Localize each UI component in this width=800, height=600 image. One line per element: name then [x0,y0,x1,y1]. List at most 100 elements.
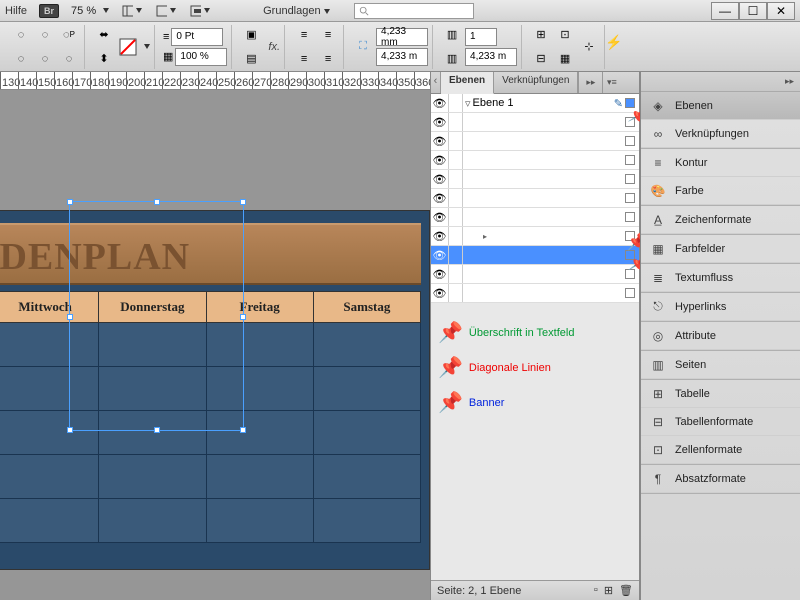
table-cell[interactable] [314,323,421,367]
new-sublayer-icon[interactable]: ▫ [594,584,598,597]
table-cell[interactable] [0,367,99,411]
banner[interactable]: NDENPLAN [0,223,421,285]
cols-input[interactable]: 1 [465,28,497,46]
misc-4-icon[interactable]: ▦ [554,48,576,70]
panel-collapse-left[interactable]: ‹ [431,72,441,93]
table-cell[interactable] [0,323,99,367]
align-set-3[interactable]: ≡ [317,24,339,46]
lock-toggle[interactable] [449,94,463,112]
fx-button[interactable]: fx. [268,41,280,53]
search-input[interactable] [354,3,474,19]
cols2-icon[interactable]: ▥ [441,48,463,70]
height-input[interactable]: 4,233 m [376,48,428,66]
target-box[interactable] [625,155,635,165]
panel-collapse-right[interactable]: ▸▸ [578,72,602,93]
lock-toggle[interactable] [449,189,463,207]
visibility-toggle[interactable]: 👁 [431,113,449,131]
flip-h-icon[interactable]: ⬌ [93,24,115,46]
table-cell[interactable] [207,411,314,455]
opacity-input[interactable]: 100 % [175,48,227,66]
misc-1-icon[interactable]: ⊞ [530,24,552,46]
layer-row[interactable]: 👁 [431,170,639,189]
delete-layer-icon[interactable]: 🗑 [619,584,633,597]
lock-toggle[interactable] [449,284,463,302]
dotted-circle-5-icon[interactable]: ◌ [58,48,80,70]
layer-row[interactable]: 👁 [431,246,639,265]
maximize-button[interactable]: ☐ [739,2,767,20]
gutter-input[interactable]: 4,233 m [465,48,517,66]
panel-item-tabellenformate[interactable]: ⊟Tabellenformate [641,408,800,436]
visibility-toggle[interactable]: 👁 [431,265,449,283]
visibility-toggle[interactable]: 👁 [431,151,449,169]
lock-toggle[interactable] [449,208,463,226]
panel-item-zeichenformate[interactable]: A̲Zeichenformate [641,206,800,234]
tab-ebenen[interactable]: Ebenen [441,72,494,94]
table-cell[interactable] [207,367,314,411]
panel-item-farbe[interactable]: 🎨Farbe [641,177,800,205]
quick-apply-icon[interactable]: ⚡ [604,32,624,52]
panel-item-tabelle[interactable]: ⊞Tabelle [641,380,800,408]
day-cell[interactable]: Samstag [314,291,421,323]
menu-hilfe[interactable]: Hilfe [5,5,27,17]
table-cell[interactable] [314,455,421,499]
panel-item-verknüpfungen[interactable]: ∞Verknüpfungen [641,120,800,148]
table-cell[interactable] [99,411,206,455]
day-cell[interactable]: Freitag [207,291,314,323]
paragraph-icon[interactable]: ◌P [58,24,80,46]
target-box[interactable] [625,212,635,222]
panel-item-hyperlinks[interactable]: ⎋Hyperlinks [641,293,800,321]
misc-5-icon[interactable]: ⊹ [578,36,600,58]
layer-row[interactable]: 👁 [431,132,639,151]
visibility-toggle[interactable]: 👁 [431,208,449,226]
lock-toggle[interactable] [449,227,463,245]
lock-toggle[interactable] [449,265,463,283]
lock-toggle[interactable] [449,246,463,264]
dotted-circle-4-icon[interactable]: ◌ [34,48,56,70]
wrap-icon[interactable]: ▣ [240,24,262,46]
layer-row[interactable]: 👁 [431,113,639,132]
table-cell[interactable] [99,323,206,367]
dotted-circle-1-icon[interactable]: ◌ [10,24,32,46]
no-fill-icon[interactable] [117,36,139,58]
panel-item-absatzformate[interactable]: ¶Absatzformate [641,465,800,493]
table-cell[interactable] [314,367,421,411]
align-set-2[interactable]: ≡ [293,48,315,70]
dotted-circle-3-icon[interactable]: ◌ [34,24,56,46]
tab-verknuepfungen[interactable]: Verknüpfungen [494,72,578,93]
target-box[interactable] [625,288,635,298]
layer-row[interactable]: 👁 [431,208,639,227]
dock-header[interactable]: ▸▸ [641,72,800,92]
table-cell[interactable] [0,411,99,455]
lock-toggle[interactable] [449,113,463,131]
table-cell[interactable] [207,499,314,543]
visibility-toggle[interactable]: 👁 [431,170,449,188]
collapse-dock-icon[interactable]: ▸▸ [785,76,794,87]
panel-item-textumfluss[interactable]: ≣Textumfluss [641,264,800,292]
table-cell[interactable] [314,411,421,455]
align-set-1[interactable]: ≡ [293,24,315,46]
lock-toggle[interactable] [449,151,463,169]
wrap2-icon[interactable]: ▤ [240,48,262,70]
lock-toggle[interactable] [449,132,463,150]
day-cell[interactable]: Donnerstag [99,291,206,323]
lock-toggle[interactable] [449,170,463,188]
target-box[interactable] [625,193,635,203]
view-mode-1[interactable] [121,0,143,22]
minimize-button[interactable]: — [711,2,739,20]
layer-row-top[interactable]: 👁 ▿ Ebene 1 ✎ [431,94,639,113]
panel-item-seiten[interactable]: ▥Seiten [641,351,800,379]
panel-item-attribute[interactable]: ◎Attribute [641,322,800,350]
flip-v-icon[interactable]: ⬍ [93,48,115,70]
bridge-badge[interactable]: Br [39,4,59,18]
layer-row[interactable]: 👁 [431,265,639,284]
layer-row[interactable]: 👁 [431,189,639,208]
table-cell[interactable] [0,499,99,543]
panel-menu[interactable]: ▾≡ [602,72,620,93]
misc-2-icon[interactable]: ⊟ [530,48,552,70]
layer-row[interactable]: 👁 [431,284,639,303]
workspace-dropdown[interactable]: Grundlagen [263,5,330,17]
cols-icon[interactable]: ▥ [441,24,463,46]
table-cell[interactable] [99,499,206,543]
new-layer-icon[interactable]: ⊞ [604,584,613,597]
table-cell[interactable] [207,323,314,367]
